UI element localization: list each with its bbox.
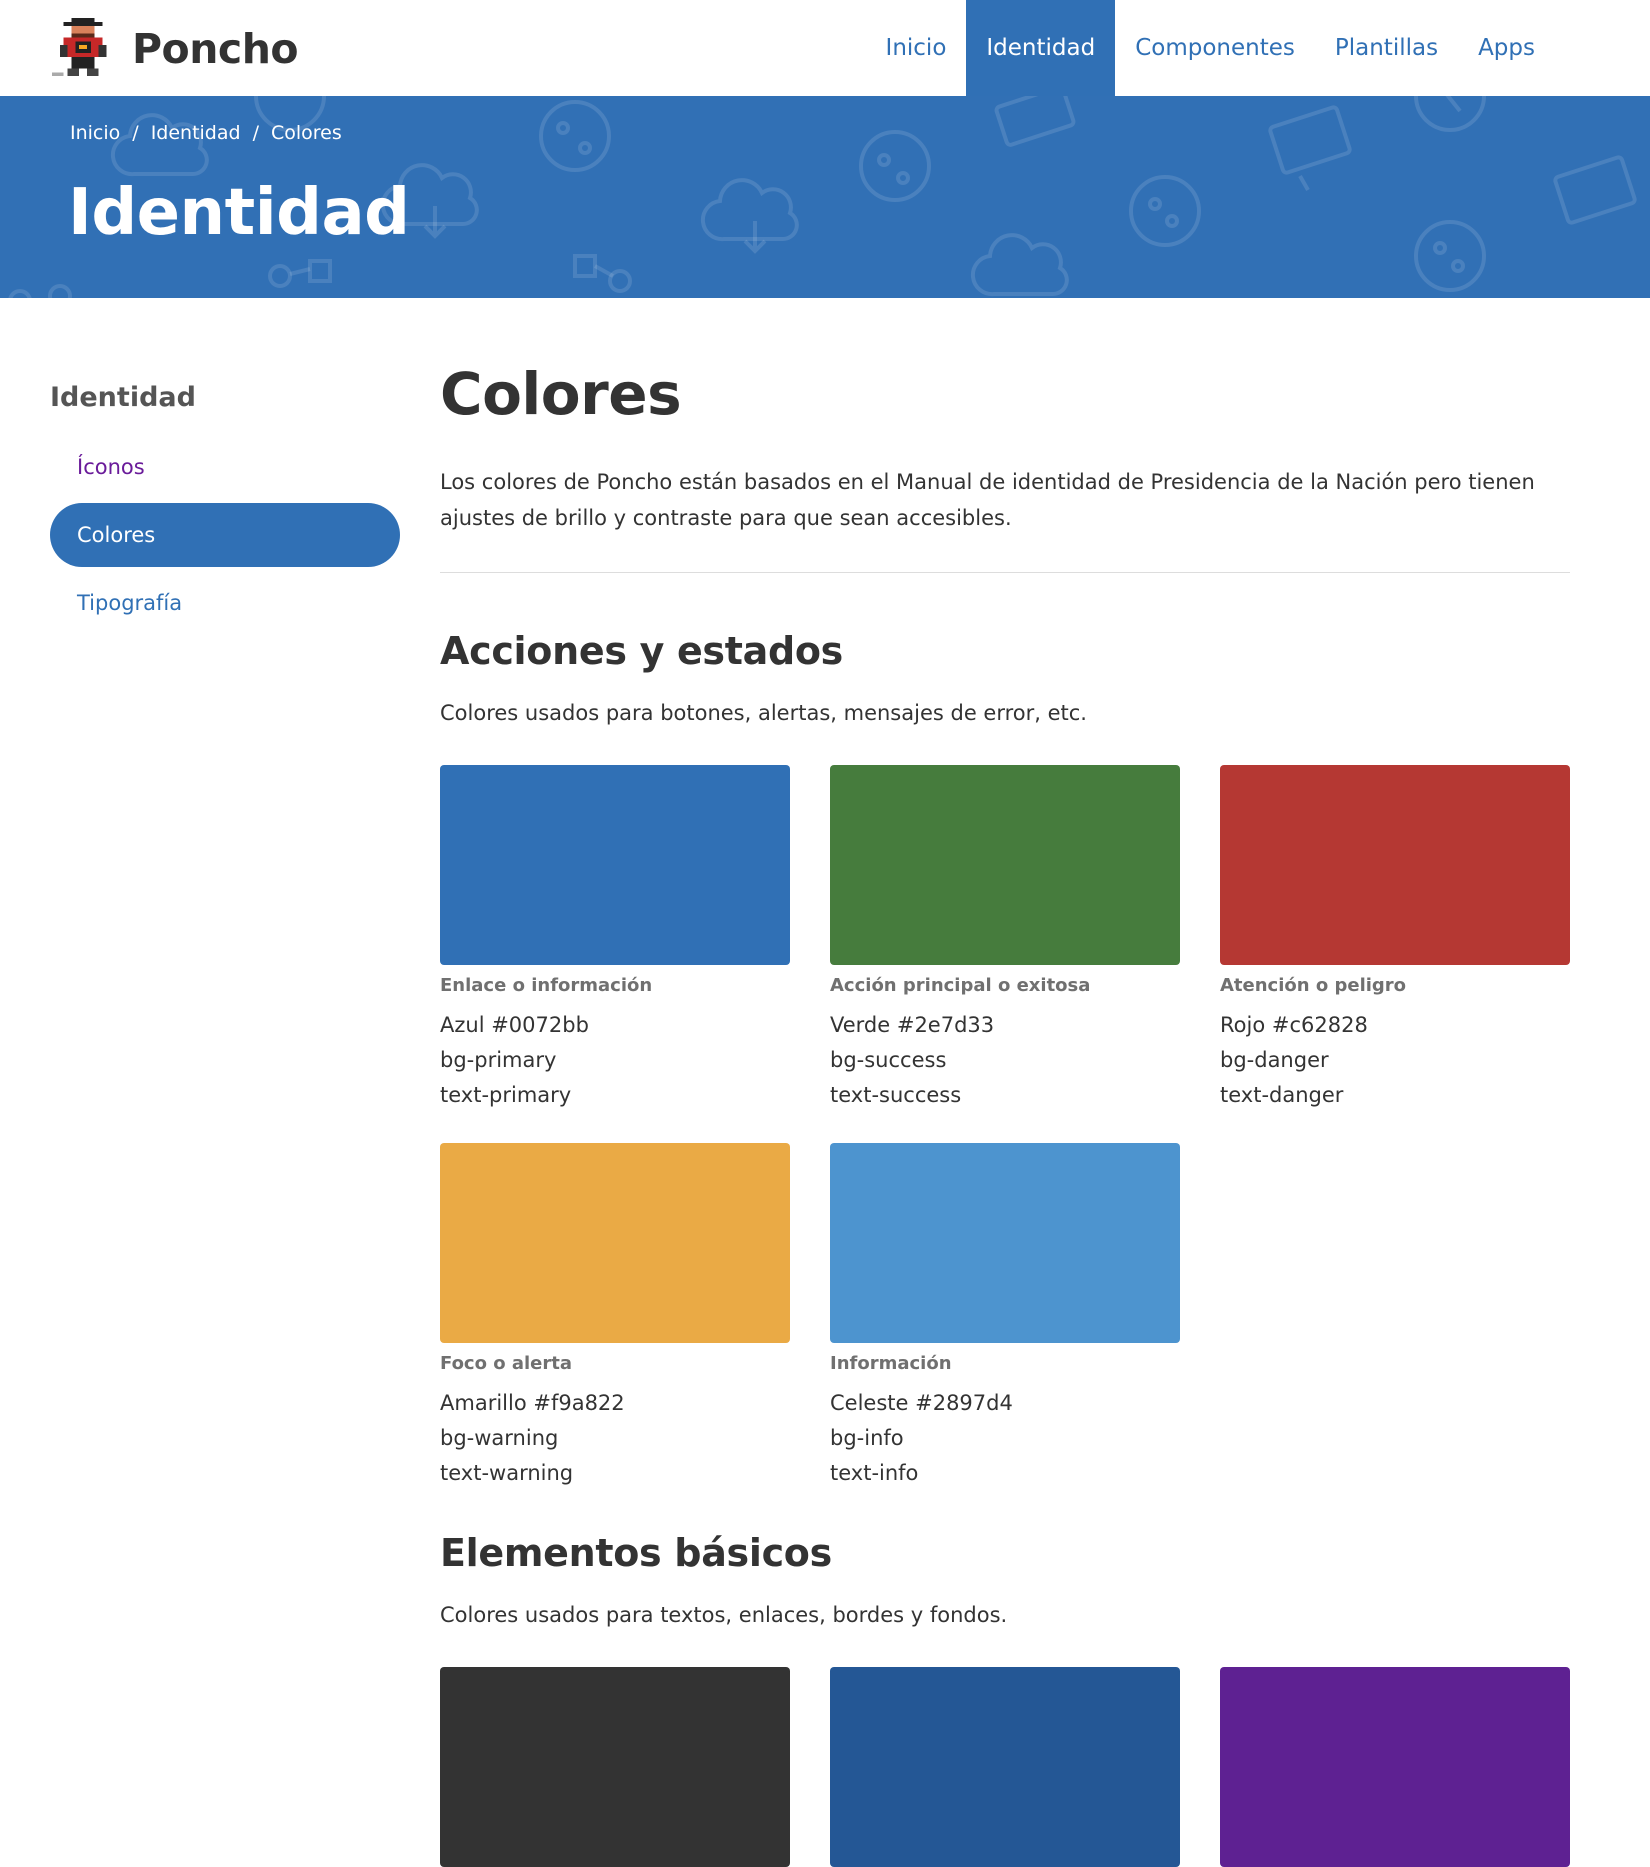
sidebar-item-colores[interactable]: Colores [50, 503, 400, 567]
swatch-bg-class: bg-warning [440, 1426, 559, 1450]
network-icon [268, 259, 332, 288]
sidebar-item-iconos[interactable]: Íconos [50, 435, 400, 499]
swatch-bg-class: bg-danger [1220, 1048, 1329, 1072]
network-icon [8, 284, 72, 298]
swatch-color-name: Amarillo #f9a822 [440, 1391, 625, 1415]
swatch-label: Foco o alerta [440, 1353, 573, 1374]
breadcrumb-separator: / [252, 122, 259, 144]
brand-name: Poncho [132, 25, 299, 73]
section-description: Colores usados para botones, alertas, me… [440, 701, 1087, 725]
color-swatch [1220, 1667, 1570, 1867]
swatch-card-warning: Foco o alerta Amarillo #f9a822 bg-warnin… [440, 1143, 790, 1491]
swatch-bg-class: bg-success [830, 1048, 947, 1072]
swatch-label: Atención o peligro [1220, 975, 1407, 996]
divider [440, 572, 1570, 573]
swatch-text-class: text-success [830, 1083, 962, 1107]
cloud-download-icon [970, 233, 1069, 297]
swatch-text-class: text-primary [440, 1083, 572, 1107]
swatch-color-name: Azul #0072bb [440, 1013, 589, 1037]
swatch-color-name: Rojo #c62828 [1220, 1013, 1368, 1037]
hero-title: Identidad [68, 176, 410, 250]
swatch-label: Enlace o información [440, 975, 653, 996]
swatch-text-class: text-info [830, 1461, 919, 1485]
nav-item-componentes[interactable]: Componentes [1115, 0, 1315, 96]
swatch-color-name: Verde #2e7d33 [830, 1013, 995, 1037]
swatch-card-dark [440, 1667, 790, 1867]
color-swatch [440, 765, 790, 965]
monitor-icon [994, 96, 1076, 147]
color-swatch [830, 1143, 1180, 1343]
swatch-bg-class: bg-primary [440, 1048, 557, 1072]
poncho-gaucho-logo-icon [52, 18, 107, 77]
compass-icon [1414, 96, 1486, 132]
page-title: Colores [440, 360, 682, 428]
sidebar-heading: Identidad [50, 382, 196, 413]
swatch-card-success: Acción principal o exitosa Verde #2e7d33… [830, 765, 1180, 1113]
nav-item-identidad[interactable]: Identidad [966, 0, 1116, 96]
swatch-card-purple [1220, 1667, 1570, 1867]
swatch-bg-class: bg-info [830, 1426, 904, 1450]
monitor-icon [1268, 105, 1352, 191]
palette-icon [539, 100, 611, 172]
color-swatch [1220, 765, 1570, 965]
monitor-icon [1553, 155, 1637, 225]
network-icon [573, 254, 632, 293]
swatch-card-primary: Enlace o información Azul #0072bb bg-pri… [440, 765, 790, 1113]
sidebar: Identidad Íconos Colores Tipografía [50, 382, 400, 639]
palette-icon [1129, 175, 1201, 247]
swatch-text-class: text-danger [1220, 1083, 1344, 1107]
breadcrumb: Inicio / Identidad / Colores [70, 122, 342, 144]
color-swatch [830, 765, 1180, 965]
swatch-text-class: text-warning [440, 1461, 574, 1485]
swatch-card-info: Información Celeste #2897d4 bg-info text… [830, 1143, 1180, 1491]
color-swatch [440, 1143, 790, 1343]
section-title-acciones: Acciones y estados [440, 629, 843, 673]
top-navbar: Poncho Inicio Identidad Componentes Plan… [0, 0, 1650, 96]
color-swatch [440, 1667, 790, 1867]
intro-paragraph: Los colores de Poncho están basados en e… [440, 470, 1535, 530]
breadcrumb-identidad[interactable]: Identidad [151, 122, 241, 144]
cloud-download-icon [700, 178, 799, 254]
nav-item-plantillas[interactable]: Plantillas [1315, 0, 1458, 96]
hero-banner: Inicio / Identidad / Colores Identidad [0, 96, 1650, 298]
brand-link[interactable]: Poncho [52, 18, 299, 80]
nav-item-inicio[interactable]: Inicio [866, 0, 967, 96]
swatch-label: Información [830, 1353, 952, 1374]
breadcrumb-current: Colores [270, 122, 342, 144]
swatch-grid-elementos [440, 1667, 1570, 1867]
swatch-label: Acción principal o exitosa [830, 975, 1091, 996]
palette-icon [1414, 220, 1486, 292]
section-title-elementos: Elementos básicos [440, 1531, 832, 1575]
breadcrumb-inicio[interactable]: Inicio [70, 122, 120, 144]
swatch-card-danger: Atención o peligro Rojo #c62828 bg-dange… [1220, 765, 1570, 1113]
sidebar-item-tipografia[interactable]: Tipografía [50, 571, 400, 635]
palette-icon [859, 130, 931, 202]
swatch-grid-acciones: Enlace o información Azul #0072bb bg-pri… [440, 765, 1570, 1491]
nav-item-apps[interactable]: Apps [1458, 0, 1555, 96]
main-nav: Inicio Identidad Componentes Plantillas … [866, 0, 1555, 96]
section-description: Colores usados para textos, enlaces, bor… [440, 1603, 1008, 1627]
color-swatch [830, 1667, 1180, 1867]
swatch-card-dark-blue [830, 1667, 1180, 1867]
breadcrumb-separator: / [132, 122, 139, 144]
main-content: Colores Los colores de Poncho están basa… [440, 360, 1570, 1867]
swatch-color-name: Celeste #2897d4 [830, 1391, 1013, 1415]
